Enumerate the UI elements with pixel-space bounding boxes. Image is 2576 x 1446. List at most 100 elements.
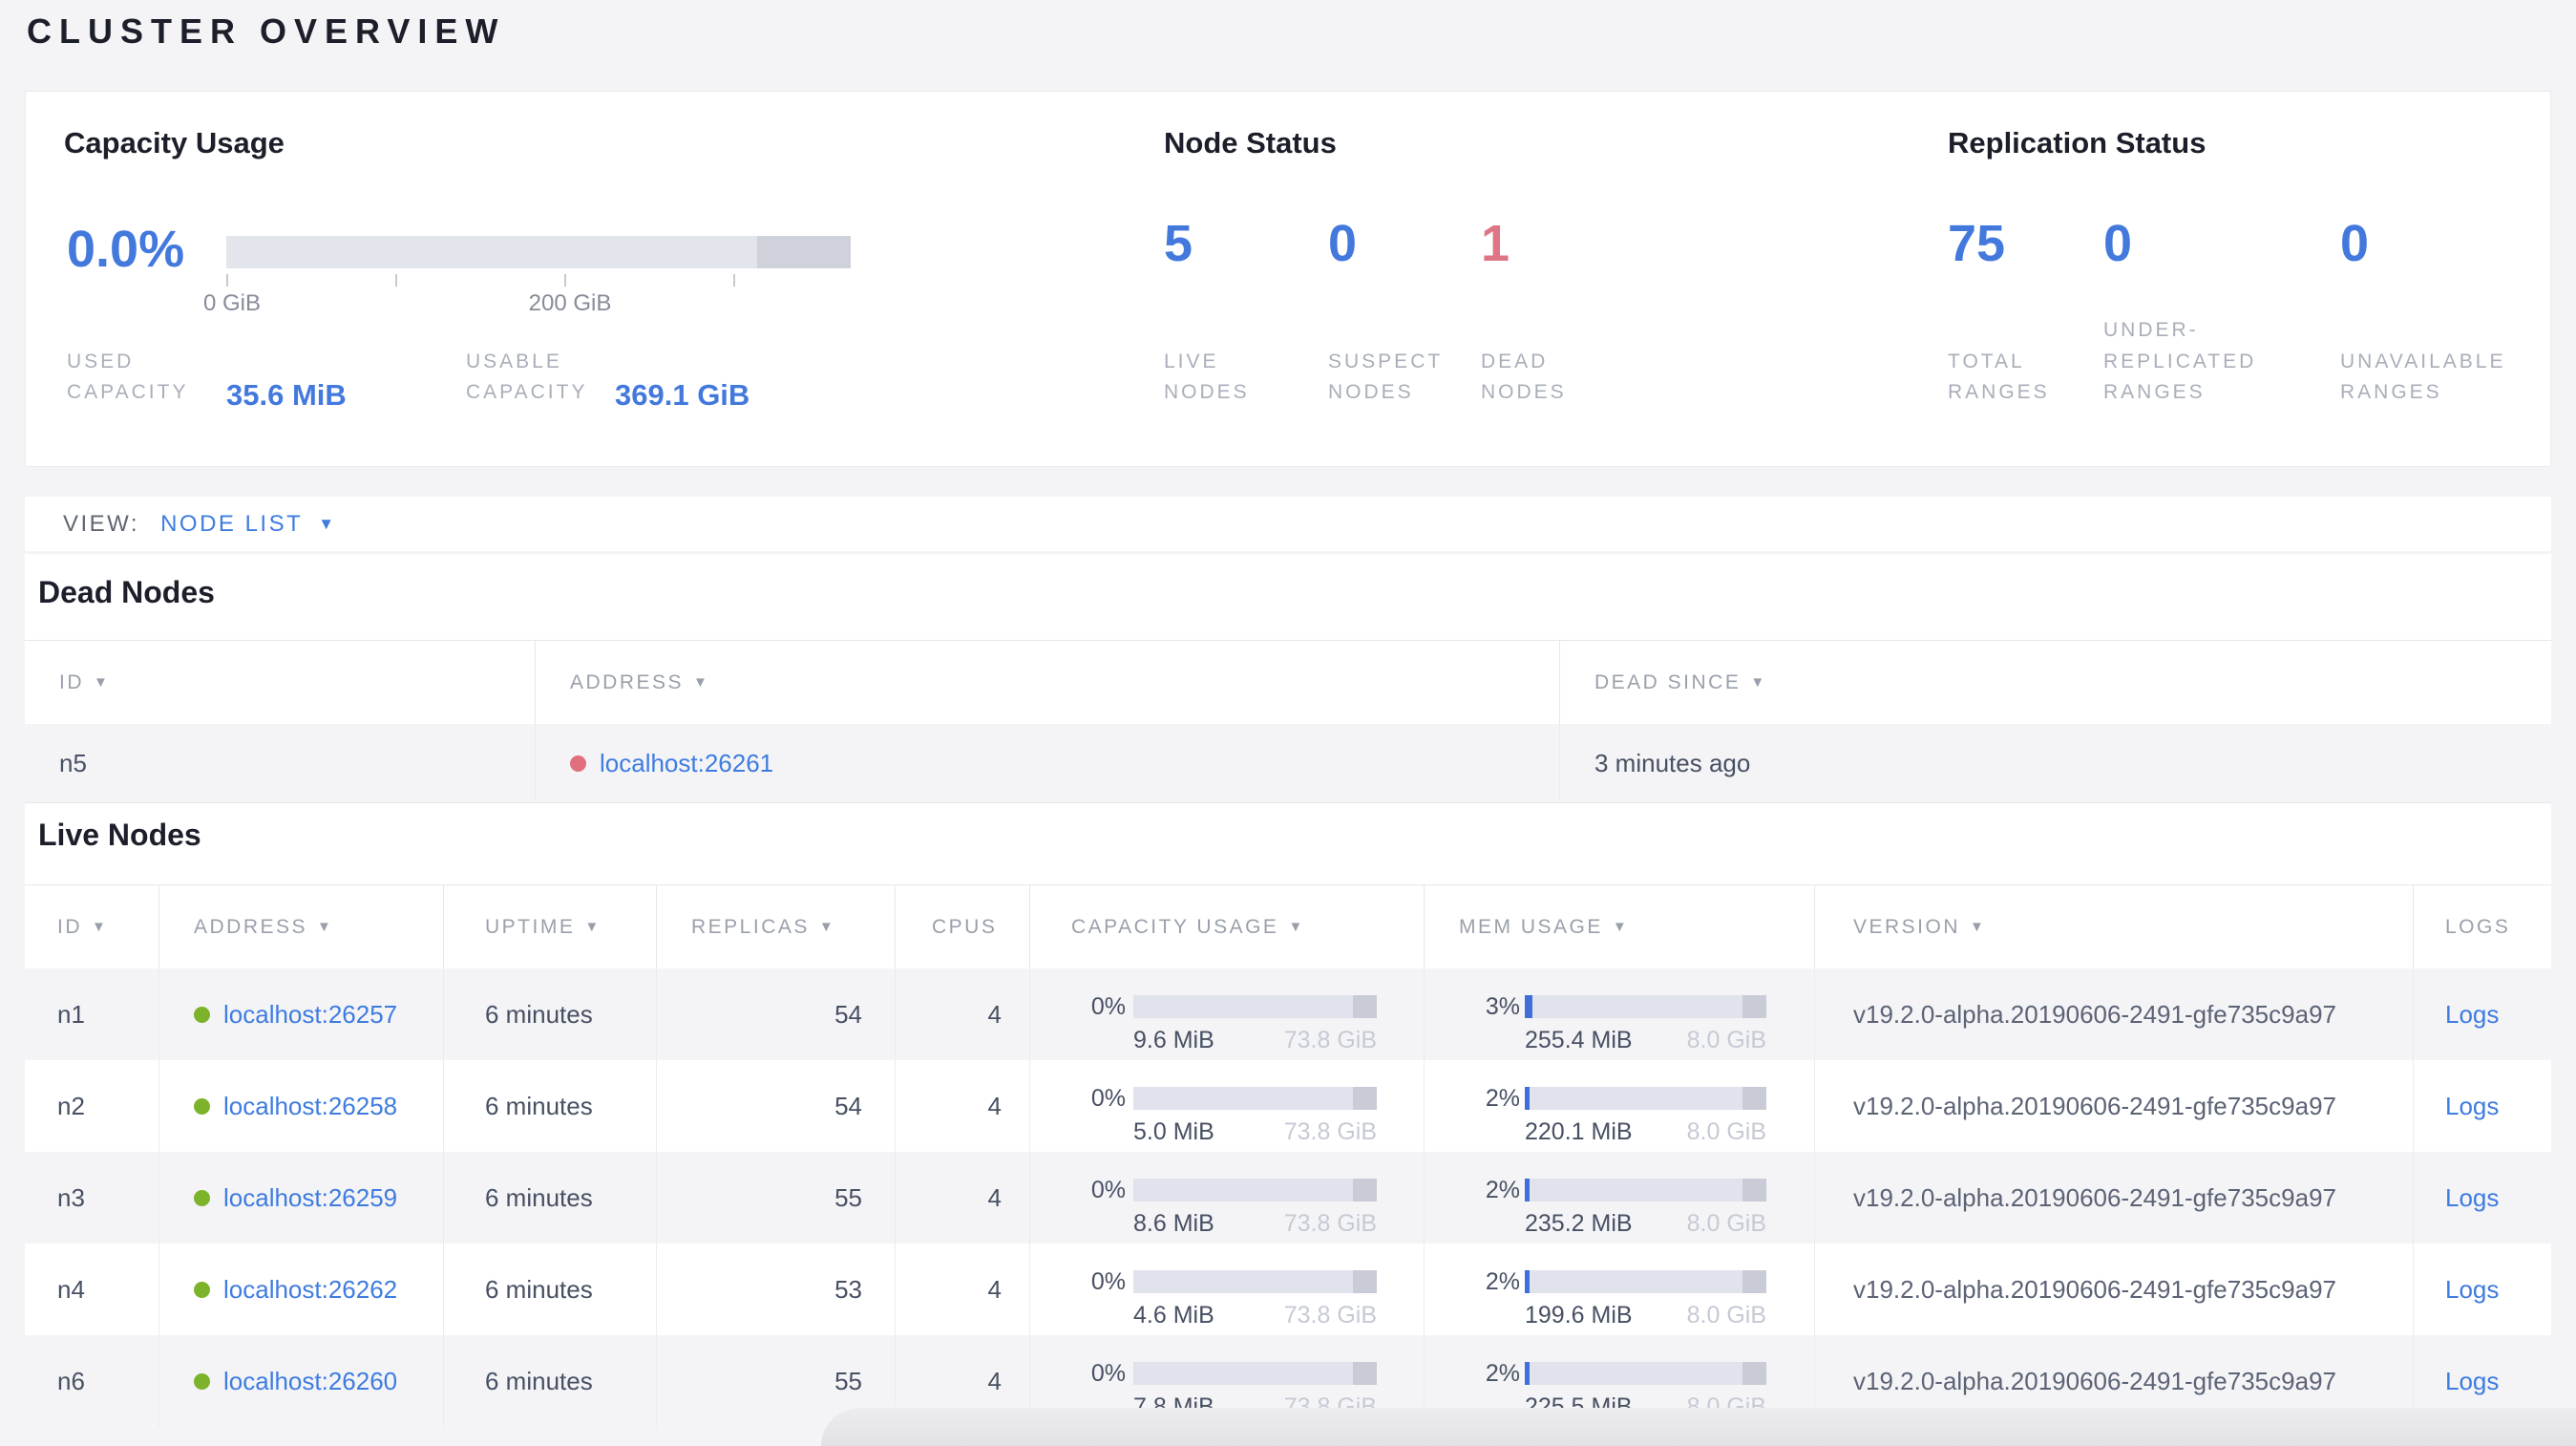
live-status-dot — [194, 1189, 210, 1206]
sort-desc-icon: ▼ — [584, 919, 602, 935]
node-address-link[interactable]: localhost:26259 — [223, 1183, 397, 1213]
node-address-cell: localhost:26258 — [159, 1060, 444, 1152]
unavailable-ranges-count: 0 — [2340, 215, 2370, 272]
node-list-content: Dead Nodes ID ▼ ADDRESS ▼ DEAD SINCE ▼ n… — [25, 554, 2551, 1427]
column-header-label: MEM USAGE — [1459, 915, 1603, 938]
node-address-link[interactable]: localhost:26258 — [223, 1092, 397, 1121]
capacity-bar-reserved-segment — [1352, 1362, 1377, 1385]
column-header-id[interactable]: ID ▼ — [25, 885, 159, 968]
replication-status-heading: Replication Status — [1948, 126, 2206, 159]
node-address-link[interactable]: localhost:26257 — [223, 1000, 397, 1030]
version-text: v19.2.0-alpha.20190606-2491-gfe735c9a97 — [1853, 1182, 2336, 1212]
capacity-used-value: 8.6 MiB — [1133, 1209, 1214, 1237]
column-header-mem-usage[interactable]: MEM USAGE ▼ — [1425, 885, 1815, 968]
sort-desc-icon: ▼ — [92, 919, 109, 935]
sort-desc-icon: ▼ — [317, 919, 334, 935]
column-header-label: UPTIME — [485, 915, 576, 938]
logs-link[interactable]: Logs — [2445, 1092, 2499, 1121]
column-header-uptime[interactable]: UPTIME ▼ — [444, 885, 657, 968]
mem-bar-reserved-segment — [1742, 1362, 1766, 1385]
node-list-dropdown-value: NODE LIST — [160, 510, 304, 537]
mem-used-value: 235.2 MiB — [1525, 1209, 1633, 1237]
column-header-capacity-usage[interactable]: CAPACITY USAGE ▼ — [1030, 885, 1425, 968]
mem-used-value: 199.6 MiB — [1525, 1301, 1633, 1329]
capacity-percent-label: 0% — [1090, 1085, 1126, 1112]
replicas-cell: 54 — [657, 968, 896, 1060]
cpus-cell: 4 — [896, 1152, 1030, 1244]
column-header-version[interactable]: VERSION ▼ — [1815, 885, 2414, 968]
capacity-usage-cell: 0% 8.6 MiB 73.8 GiB — [1030, 1152, 1425, 1244]
node-list-dropdown[interactable]: NODE LIST ▼ — [160, 511, 334, 538]
column-header-dead-since[interactable]: DEAD SINCE ▼ — [1560, 641, 2551, 724]
node-address-cell: localhost:26262 — [159, 1244, 444, 1335]
logs-cell: Logs — [2414, 1244, 2551, 1335]
sort-desc-icon: ▼ — [818, 919, 836, 935]
dead-nodes-label: DEAD NODES — [1481, 350, 1567, 404]
node-address-link[interactable]: localhost:26262 — [223, 1275, 397, 1305]
usable-capacity-value: 369.1 GiB — [615, 378, 750, 412]
capacity-tick — [226, 274, 228, 287]
dead-nodes-header-row: ID ▼ ADDRESS ▼ DEAD SINCE ▼ — [25, 641, 2551, 724]
capacity-usage-cell: 0% 4.6 MiB 73.8 GiB — [1030, 1244, 1425, 1335]
live-status-dot — [194, 1006, 210, 1023]
suspect-nodes-count: 0 — [1328, 215, 1358, 272]
capacity-total-value: 73.8 GiB — [1283, 1026, 1377, 1053]
live-node-row: n2 localhost:26258 6 minutes 54 4 0% 5.0… — [25, 1060, 2551, 1152]
logs-link[interactable]: Logs — [2445, 1183, 2499, 1213]
dead-status-dot — [570, 755, 586, 772]
capacity-used-value: 9.6 MiB — [1133, 1026, 1214, 1053]
node-address-link[interactable]: localhost:26260 — [223, 1367, 397, 1396]
capacity-total-value: 73.8 GiB — [1283, 1209, 1377, 1237]
capacity-tick — [733, 274, 735, 287]
live-status-dot — [194, 1372, 210, 1390]
capacity-bar-reserved-segment — [1352, 995, 1377, 1018]
logs-link[interactable]: Logs — [2445, 1367, 2499, 1396]
mem-total-value: 8.0 GiB — [1686, 1301, 1766, 1329]
logs-link[interactable]: Logs — [2445, 1000, 2499, 1030]
column-header-label: VERSION — [1853, 915, 1961, 938]
logs-link[interactable]: Logs — [2445, 1275, 2499, 1305]
uptime-cell: 6 minutes — [444, 1335, 657, 1427]
capacity-used-value: 4.6 MiB — [1133, 1301, 1214, 1329]
column-header-address[interactable]: ADDRESS ▼ — [536, 641, 1560, 724]
column-header-label: DEAD SINCE — [1594, 670, 1742, 693]
capacity-total-value: 73.8 GiB — [1283, 1301, 1377, 1329]
mem-percent-label: 2% — [1485, 1360, 1520, 1387]
column-header-label: ADDRESS — [194, 915, 308, 938]
capacity-tick-label-0: 0 GiB — [202, 290, 262, 316]
view-label: VIEW: — [63, 510, 140, 537]
live-node-row: n1 localhost:26257 6 minutes 54 4 0% 9.6… — [25, 968, 2551, 1060]
live-nodes-label: LIVE NODES — [1164, 350, 1250, 404]
mem-total-value: 8.0 GiB — [1686, 1117, 1766, 1145]
mem-bar-reserved-segment — [1742, 1179, 1766, 1201]
bottom-shadow — [821, 1408, 2576, 1446]
logs-cell: Logs — [2414, 1152, 2551, 1244]
uptime-cell: 6 minutes — [444, 1152, 657, 1244]
node-address-cell: localhost:26259 — [159, 1152, 444, 1244]
dead-nodes-heading: Dead Nodes — [38, 575, 215, 609]
column-header-address[interactable]: ADDRESS ▼ — [159, 885, 444, 968]
live-node-row: n4 localhost:26262 6 minutes 53 4 0% 4.6… — [25, 1244, 2551, 1335]
cluster-summary-card: Capacity Usage 0.0% 0 GiB 200 GiB USED C… — [25, 91, 2551, 467]
column-header-replicas[interactable]: REPLICAS ▼ — [657, 885, 896, 968]
capacity-usage-bar — [1133, 995, 1377, 1018]
used-capacity-value: 35.6 MiB — [226, 378, 347, 412]
capacity-bar-reserved-segment — [1352, 1087, 1377, 1110]
cpus-cell: 4 — [896, 1244, 1030, 1335]
capacity-usage-heading: Capacity Usage — [64, 126, 285, 159]
suspect-nodes-label: SUSPECT NODES — [1328, 350, 1443, 404]
mem-percent-label: 2% — [1485, 1177, 1520, 1203]
uptime-cell: 6 minutes — [444, 968, 657, 1060]
column-header-label: CAPACITY USAGE — [1071, 915, 1279, 938]
cpus-cell: 4 — [896, 1060, 1030, 1152]
column-header-id[interactable]: ID ▼ — [25, 641, 536, 724]
capacity-usage-bar — [1133, 1270, 1377, 1293]
version-cell: v19.2.0-alpha.20190606-2491-gfe735c9a97 — [1815, 1060, 2414, 1152]
mem-usage-bar — [1525, 995, 1766, 1018]
live-node-row: n3 localhost:26259 6 minutes 55 4 0% 8.6… — [25, 1152, 2551, 1244]
cpus-cell: 4 — [896, 968, 1030, 1060]
version-text: v19.2.0-alpha.20190606-2491-gfe735c9a97 — [1853, 1366, 2336, 1395]
capacity-percent: 0.0% — [67, 221, 185, 278]
node-address-link[interactable]: localhost:26261 — [600, 749, 773, 778]
live-nodes-header-row: ID ▼ ADDRESS ▼ UPTIME ▼ REPLICAS ▼ CPUS … — [25, 885, 2551, 968]
